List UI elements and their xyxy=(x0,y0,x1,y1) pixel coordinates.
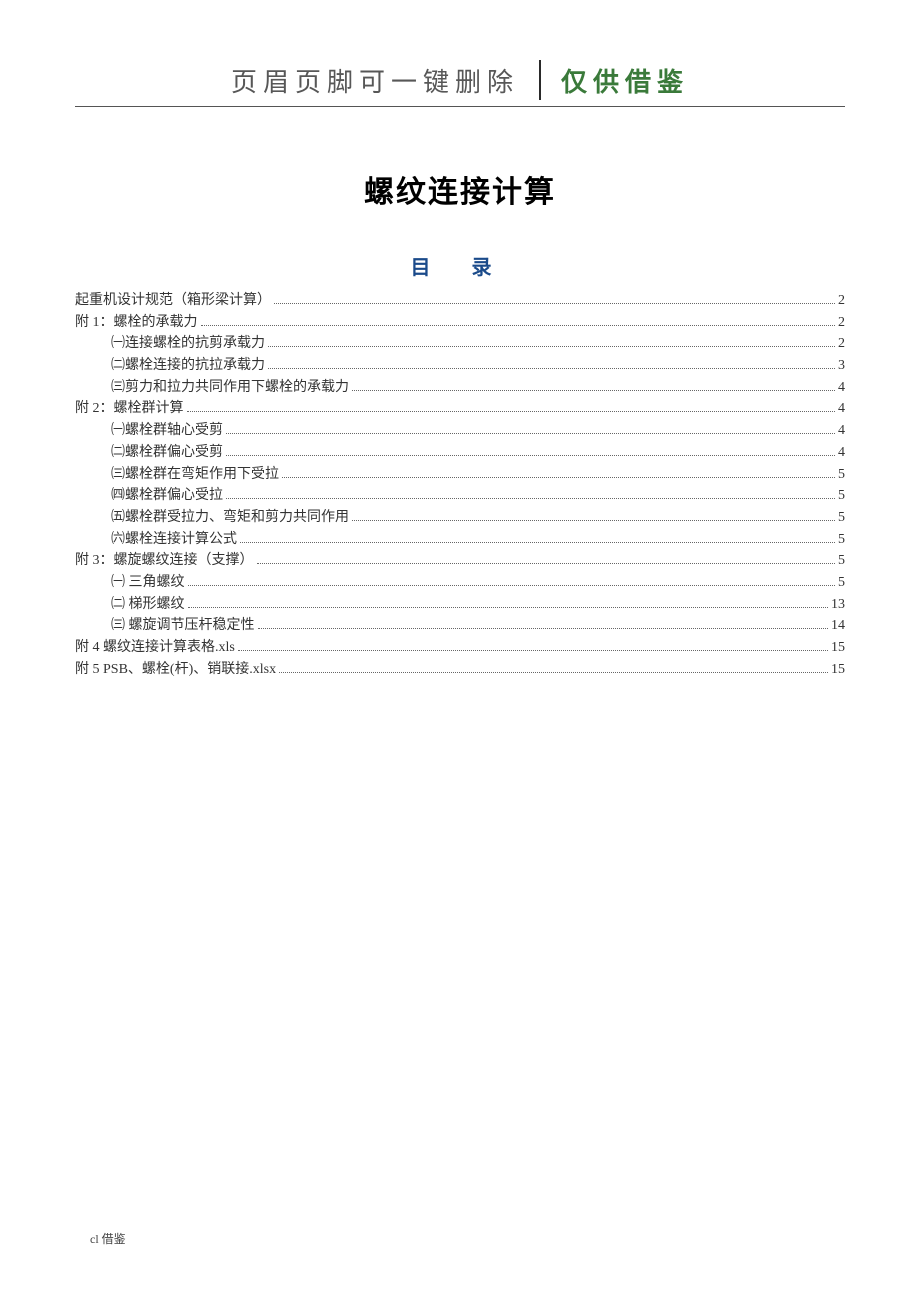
toc-label: ㈢螺栓群在弯矩作用下受拉 xyxy=(111,464,279,486)
toc-row[interactable]: ㈣螺栓群偏心受拉 5 xyxy=(75,485,845,507)
toc-row[interactable]: ㈡螺栓连接的抗拉承载力 3 xyxy=(75,355,845,377)
toc-label: ㈥螺栓连接计算公式 xyxy=(111,529,237,551)
toc-page-number: 4 xyxy=(838,420,845,442)
toc-row[interactable]: ㈠连接螺栓的抗剪承载力 2 xyxy=(75,333,845,355)
toc-page-number: 15 xyxy=(831,637,845,659)
toc-page-number: 2 xyxy=(838,290,845,312)
toc-row[interactable]: 附 3：螺旋螺纹连接（支撑） 5 xyxy=(75,550,845,572)
toc-page-number: 5 xyxy=(838,507,845,529)
toc-row[interactable]: ㈤螺栓群受拉力、弯矩和剪力共同作用 5 xyxy=(75,507,845,529)
toc-label: ㈢剪力和拉力共同作用下螺栓的承载力 xyxy=(111,377,349,399)
toc-leader-dots xyxy=(274,303,835,304)
toc-leader-dots xyxy=(226,455,835,456)
toc-heading: 目 录 xyxy=(75,251,845,280)
toc-leader-dots xyxy=(201,325,836,326)
toc-row[interactable]: ㈢螺栓群在弯矩作用下受拉 5 xyxy=(75,464,845,486)
toc-leader-dots xyxy=(226,498,835,499)
toc-label: ㈡螺栓群偏心受剪 xyxy=(111,442,223,464)
toc-row[interactable]: ㈥螺栓连接计算公式 5 xyxy=(75,529,845,551)
toc-page-number: 3 xyxy=(838,355,845,377)
toc-leader-dots xyxy=(258,628,829,629)
toc-row[interactable]: 附 5 PSB、螺栓(杆)、销联接.xlsx 15 xyxy=(75,659,845,681)
header-divider xyxy=(539,60,541,100)
document-title: 螺纹连接计算 xyxy=(75,167,845,211)
toc-label: ㈠螺栓群轴心受剪 xyxy=(111,420,223,442)
toc-page-number: 5 xyxy=(838,529,845,551)
toc-row[interactable]: 附 2：螺栓群计算 4 xyxy=(75,398,845,420)
toc-page-number: 13 xyxy=(831,594,845,616)
toc-page-number: 14 xyxy=(831,615,845,637)
toc-row[interactable]: ㈢剪力和拉力共同作用下螺栓的承载力 4 xyxy=(75,377,845,399)
toc-leader-dots xyxy=(282,477,835,478)
toc-label: 附 2：螺栓群计算 xyxy=(75,398,184,420)
toc-label: ㈡螺栓连接的抗拉承载力 xyxy=(111,355,265,377)
toc-row[interactable]: 附 4 螺纹连接计算表格.xls 15 xyxy=(75,637,845,659)
toc-row[interactable]: ㈡螺栓群偏心受剪 4 xyxy=(75,442,845,464)
toc-label: ㈣螺栓群偏心受拉 xyxy=(111,485,223,507)
toc-row[interactable]: ㈢ 螺旋调节压杆稳定性 14 xyxy=(75,615,845,637)
header-left-text: 页眉页脚可一键删除 xyxy=(231,62,519,99)
toc-label: ㈡ 梯形螺纹 xyxy=(111,594,185,616)
header: 页眉页脚可一键删除 仅供借鉴 xyxy=(75,60,845,100)
toc-leader-dots xyxy=(238,650,828,651)
toc-page-number: 2 xyxy=(838,333,845,355)
toc-row[interactable]: ㈠螺栓群轴心受剪 4 xyxy=(75,420,845,442)
toc-leader-dots xyxy=(257,563,836,564)
toc-leader-dots xyxy=(268,368,835,369)
toc-row[interactable]: ㈡ 梯形螺纹 13 xyxy=(75,594,845,616)
toc-label: 附 5 PSB、螺栓(杆)、销联接.xlsx xyxy=(75,659,276,681)
header-rule xyxy=(75,106,845,107)
toc-page-number: 4 xyxy=(838,442,845,464)
toc-leader-dots xyxy=(188,585,836,586)
toc-leader-dots xyxy=(226,433,835,434)
toc-leader-dots xyxy=(188,607,829,608)
toc-label: 起重机设计规范（箱形梁计算） xyxy=(75,290,271,312)
toc-page-number: 5 xyxy=(838,572,845,594)
toc-page-number: 2 xyxy=(838,312,845,334)
toc-leader-dots xyxy=(187,411,836,412)
toc-leader-dots xyxy=(352,390,835,391)
toc-page-number: 15 xyxy=(831,659,845,681)
toc-leader-dots xyxy=(279,672,828,673)
toc-page-number: 4 xyxy=(838,398,845,420)
toc-page-number: 5 xyxy=(838,550,845,572)
toc-page-number: 5 xyxy=(838,464,845,486)
toc-label: ㈢ 螺旋调节压杆稳定性 xyxy=(111,615,255,637)
toc-label: ㈠ 三角螺纹 xyxy=(111,572,185,594)
toc-label: 附 1：螺栓的承载力 xyxy=(75,312,198,334)
toc-label: ㈠连接螺栓的抗剪承载力 xyxy=(111,333,265,355)
footer-text: cl 借鉴 xyxy=(90,1230,126,1247)
toc-leader-dots xyxy=(352,520,835,521)
toc-page-number: 4 xyxy=(838,377,845,399)
toc-label: 附 3：螺旋螺纹连接（支撑） xyxy=(75,550,254,572)
toc-row[interactable]: 附 1：螺栓的承载力 2 xyxy=(75,312,845,334)
header-right-text: 仅供借鉴 xyxy=(561,62,689,99)
toc-label: 附 4 螺纹连接计算表格.xls xyxy=(75,637,235,659)
toc-row[interactable]: ㈠ 三角螺纹 5 xyxy=(75,572,845,594)
toc-page-number: 5 xyxy=(838,485,845,507)
toc: 起重机设计规范（箱形梁计算）2附 1：螺栓的承载力2㈠连接螺栓的抗剪承载力2㈡螺… xyxy=(75,290,845,680)
toc-leader-dots xyxy=(240,542,835,543)
toc-label: ㈤螺栓群受拉力、弯矩和剪力共同作用 xyxy=(111,507,349,529)
toc-leader-dots xyxy=(268,346,835,347)
toc-row[interactable]: 起重机设计规范（箱形梁计算） 2 xyxy=(75,290,845,312)
